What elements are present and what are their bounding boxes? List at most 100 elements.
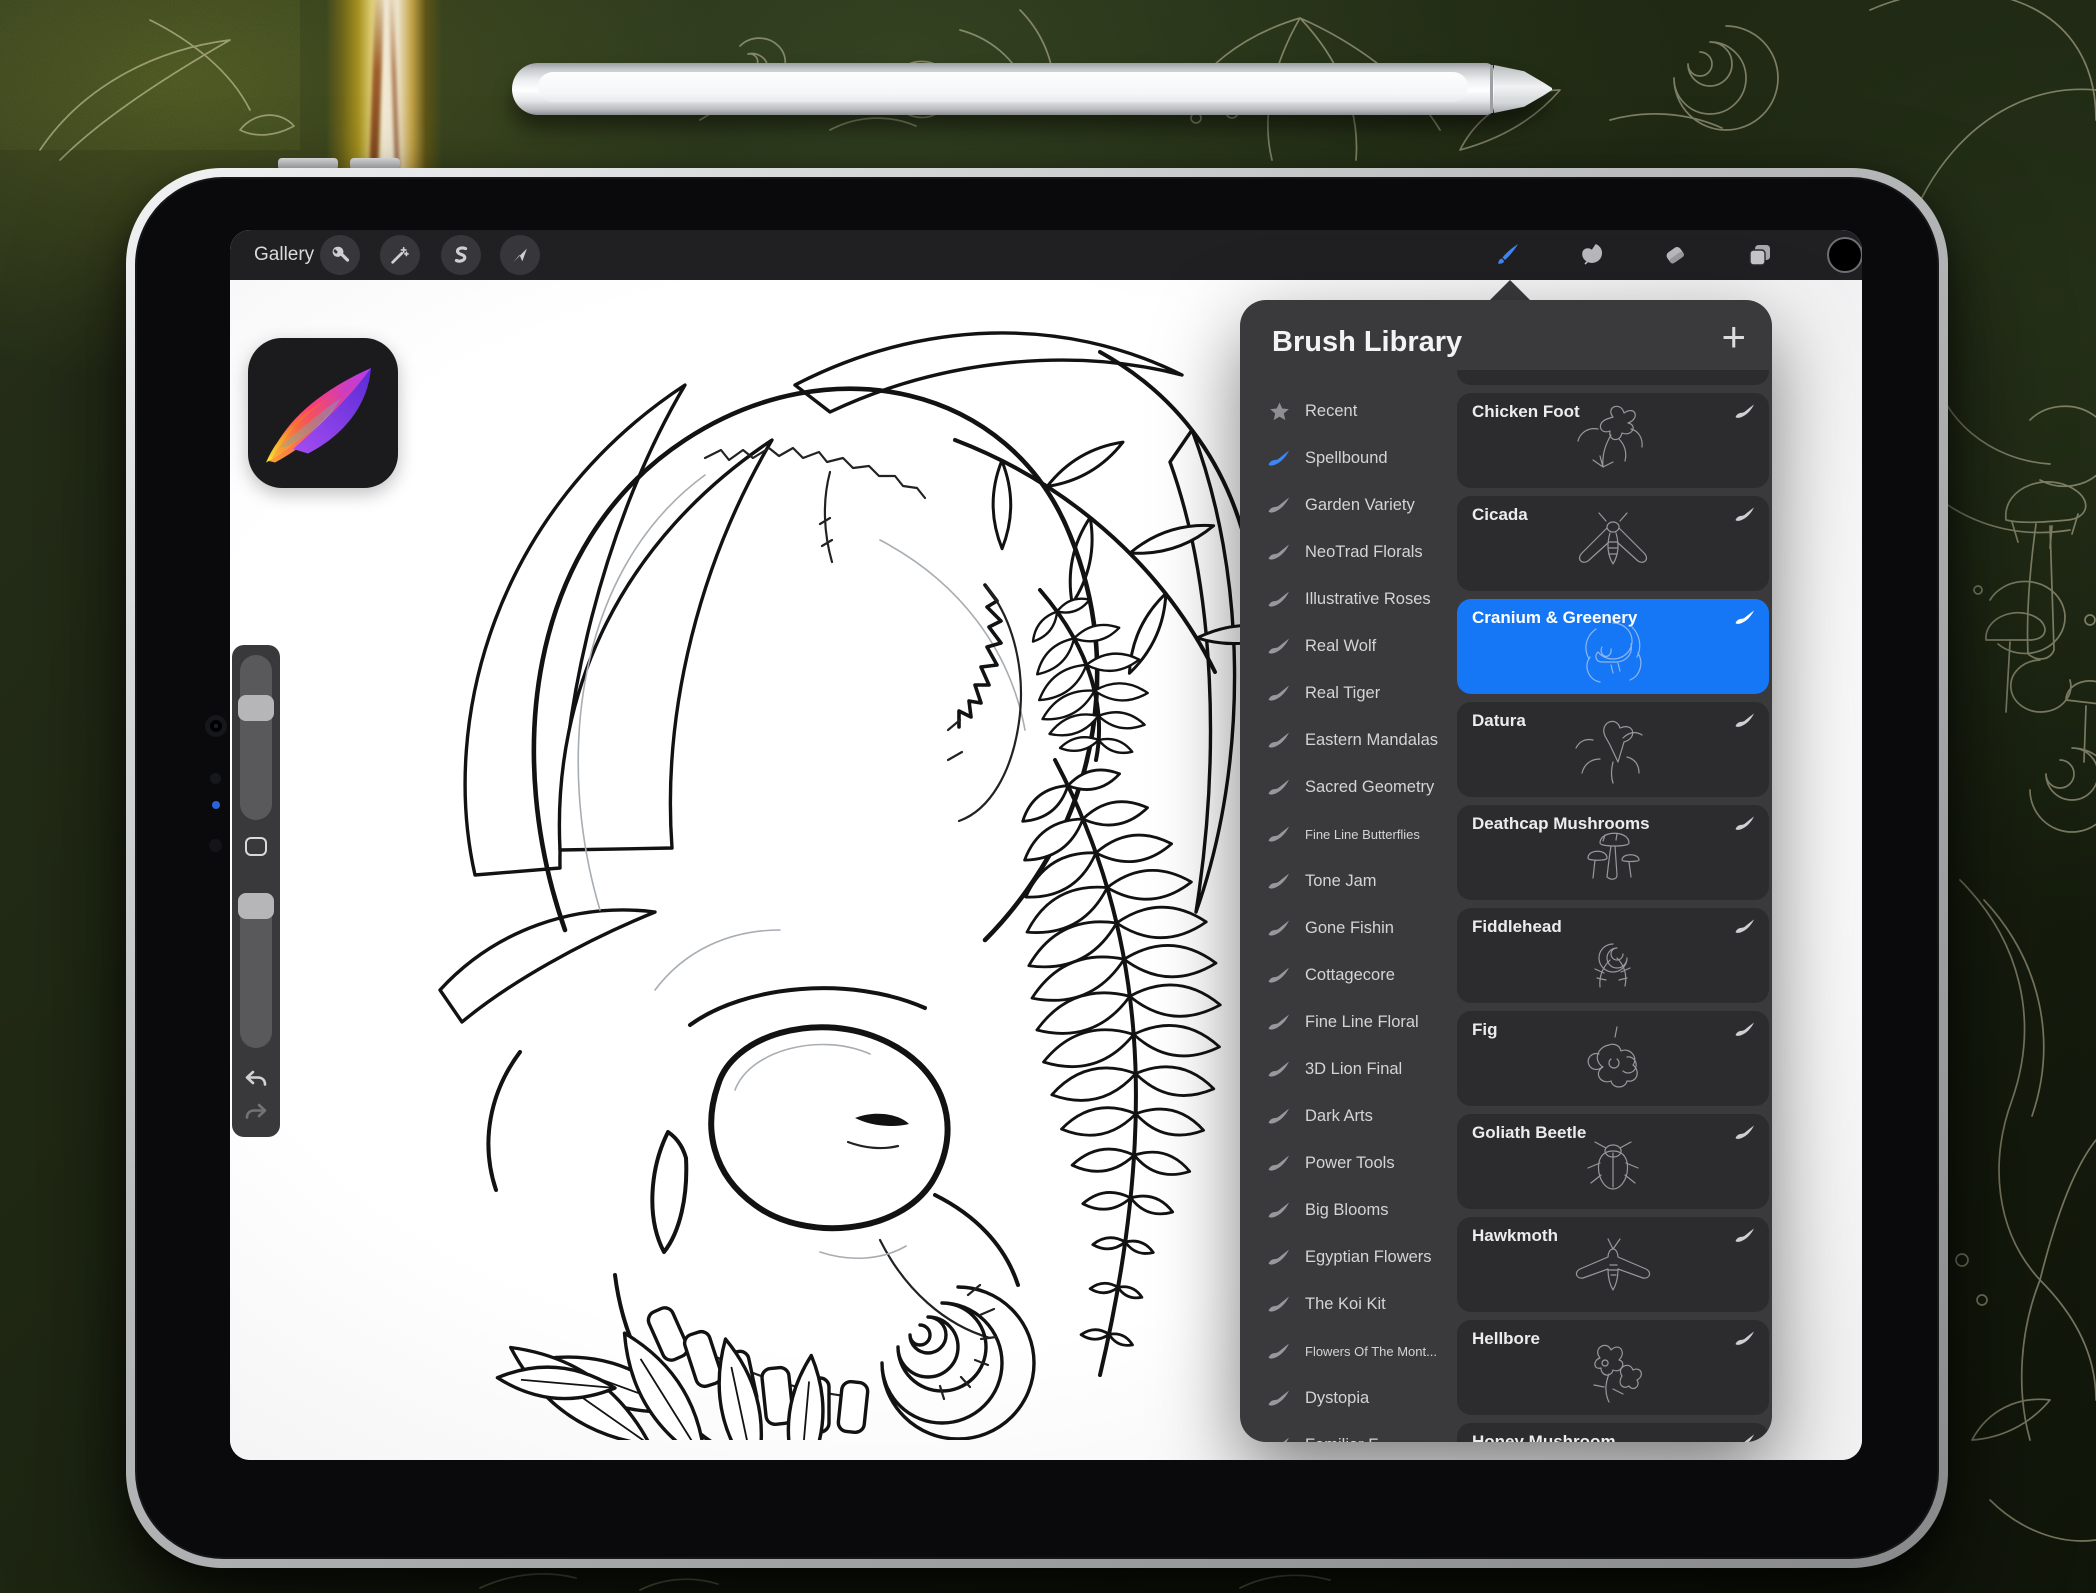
brush-card-hawkmoth[interactable]: Hawkmoth: [1457, 1217, 1769, 1312]
chicken-foot-sketch: [1547, 399, 1679, 485]
brush-size-slider[interactable]: [240, 655, 272, 820]
brush-set-3d-lion-final[interactable]: 3D Lion Final: [1240, 1046, 1457, 1093]
brush-set-tone-jam[interactable]: Tone Jam: [1240, 858, 1457, 905]
brush-set-dark-arts[interactable]: Dark Arts: [1240, 1093, 1457, 1140]
layers-tool[interactable]: [1740, 235, 1780, 275]
brush-stroke-icon: [1266, 778, 1292, 798]
popover-caret: [1488, 280, 1532, 302]
brush-card-list: Chicken FootCicadaCranium & GreeneryDatu…: [1457, 370, 1769, 1442]
brush-set-label: Garden Variety: [1305, 496, 1415, 515]
paint-brush-icon: [1492, 240, 1522, 270]
brush-set-label: Fine Line Butterflies: [1305, 827, 1420, 842]
brush-card-goliath-beetle[interactable]: Goliath Beetle: [1457, 1114, 1769, 1209]
brush-set-fine-line-floral[interactable]: Fine Line Floral: [1240, 999, 1457, 1046]
hellbore-sketch: [1547, 1326, 1679, 1412]
paint-brush-tool[interactable]: [1487, 235, 1527, 275]
background-light-band: [326, 0, 442, 178]
redo-icon: [244, 1102, 268, 1129]
redo-button[interactable]: [232, 1100, 280, 1130]
cranium-greenery-sketch: [1547, 605, 1679, 691]
brush-set-label: Spellbound: [1305, 449, 1388, 468]
brush-set-eastern-mandalas[interactable]: Eastern Mandalas: [1240, 717, 1457, 764]
undo-button[interactable]: [232, 1067, 280, 1097]
smudge-icon: [1578, 241, 1606, 269]
selection-button[interactable]: [441, 235, 481, 275]
opacity-slider-handle[interactable]: [238, 893, 274, 919]
brush-set-dystopia[interactable]: Dystopia: [1240, 1375, 1457, 1422]
brush-set-label: Real Tiger: [1305, 684, 1380, 703]
brush-stroke-icon: [1266, 872, 1292, 892]
brush-set-label: Sacred Geometry: [1305, 778, 1434, 797]
cicada-sketch: [1547, 502, 1679, 588]
brush-set-label: NeoTrad Florals: [1305, 543, 1423, 562]
brush-set-label: Tone Jam: [1305, 872, 1377, 891]
brush-set-familiar-f[interactable]: Familiar F: [1240, 1422, 1457, 1442]
brush-card-chicken-foot[interactable]: Chicken Foot: [1457, 393, 1769, 488]
brush-set-the-koi-kit[interactable]: The Koi Kit: [1240, 1281, 1457, 1328]
brush-set-gone-fishin[interactable]: Gone Fishin: [1240, 905, 1457, 952]
gallery-button[interactable]: Gallery: [254, 230, 314, 280]
datura-sketch: [1547, 708, 1679, 794]
brush-set-real-wolf[interactable]: Real Wolf: [1240, 623, 1457, 670]
brush-stroke-icon: [1266, 590, 1292, 610]
brush-stroke-icon: [1734, 815, 1756, 838]
brush-card-cicada[interactable]: Cicada: [1457, 496, 1769, 591]
smudge-tool[interactable]: [1572, 235, 1612, 275]
brush-card-partial[interactable]: [1457, 370, 1769, 385]
brush-stroke-icon: [1266, 1389, 1292, 1409]
brush-stroke-icon: [1266, 1248, 1292, 1268]
selection-arrow-icon: [509, 244, 531, 266]
procreate-app-icon[interactable]: [248, 338, 398, 488]
brush-set-egyptian-flowers[interactable]: Egyptian Flowers: [1240, 1234, 1457, 1281]
brush-stroke-icon: [1734, 609, 1756, 632]
brush-name: Fig: [1472, 1020, 1498, 1040]
partial-sketch: [1547, 370, 1679, 382]
brush-set-label: Illustrative Roses: [1305, 590, 1431, 609]
brush-set-neotrad-florals[interactable]: NeoTrad Florals: [1240, 529, 1457, 576]
brush-set-illustrative-roses[interactable]: Illustrative Roses: [1240, 576, 1457, 623]
add-brush-button[interactable]: +: [1721, 316, 1746, 358]
brush-card-honey-mushroom[interactable]: Honey Mushroom: [1457, 1423, 1769, 1442]
apple-pencil-seam: [1490, 65, 1493, 113]
brush-stroke-icon: [1734, 1330, 1756, 1353]
modify-button[interactable]: [245, 837, 267, 856]
brush-card-hellbore[interactable]: Hellbore: [1457, 1320, 1769, 1415]
brush-set-label: Real Wolf: [1305, 637, 1376, 656]
fiddlehead-sketch: [1547, 914, 1679, 1000]
magic-wand-icon: [389, 244, 411, 266]
brush-set-real-tiger[interactable]: Real Tiger: [1240, 670, 1457, 717]
layers-icon: [1746, 241, 1774, 269]
brush-size-slider-handle[interactable]: [238, 695, 274, 721]
brush-set-big-blooms[interactable]: Big Blooms: [1240, 1187, 1457, 1234]
active-color-swatch[interactable]: [1827, 237, 1862, 273]
actions-button[interactable]: [320, 235, 360, 275]
brush-set-label: Fine Line Floral: [1305, 1013, 1419, 1032]
brush-set-label: Eastern Mandalas: [1305, 731, 1438, 750]
brush-set-list: Recent Spellbound Garden Variety NeoTrad Fl…: [1240, 388, 1457, 1442]
brush-set-spellbound[interactable]: Spellbound: [1240, 435, 1457, 482]
brush-stroke-icon: [1266, 1201, 1292, 1221]
brush-set-garden-variety[interactable]: Garden Variety: [1240, 482, 1457, 529]
brush-card-fiddlehead[interactable]: Fiddlehead: [1457, 908, 1769, 1003]
brush-set-fine-line-butterflies[interactable]: Fine Line Butterflies: [1240, 811, 1457, 858]
goliath-beetle-sketch: [1547, 1120, 1679, 1206]
scene-background: Gallery: [0, 0, 2096, 1593]
brush-set-power-tools[interactable]: Power Tools: [1240, 1140, 1457, 1187]
brush-card-cranium-greenery[interactable]: Cranium & Greenery: [1457, 599, 1769, 694]
brush-stroke-icon: [1266, 449, 1292, 469]
brush-stroke-icon: [1266, 1107, 1292, 1127]
brush-set-flowers-of-the-mont[interactable]: Flowers Of The Mont...: [1240, 1328, 1457, 1375]
brush-set-recent[interactable]: Recent: [1240, 388, 1457, 435]
brush-set-label: Egyptian Flowers: [1305, 1248, 1432, 1267]
brush-card-datura[interactable]: Datura: [1457, 702, 1769, 797]
brush-card-deathcap-mushrooms[interactable]: Deathcap Mushrooms: [1457, 805, 1769, 900]
band-streak: [369, 0, 385, 184]
transform-button[interactable]: [500, 235, 540, 275]
brush-stroke-icon: [1266, 496, 1292, 516]
eraser-tool[interactable]: [1655, 235, 1695, 275]
apple-pencil-tip: [1494, 65, 1552, 113]
brush-set-sacred-geometry[interactable]: Sacred Geometry: [1240, 764, 1457, 811]
brush-card-fig[interactable]: Fig: [1457, 1011, 1769, 1106]
adjustments-button[interactable]: [380, 235, 420, 275]
brush-set-cottagecore[interactable]: Cottagecore: [1240, 952, 1457, 999]
